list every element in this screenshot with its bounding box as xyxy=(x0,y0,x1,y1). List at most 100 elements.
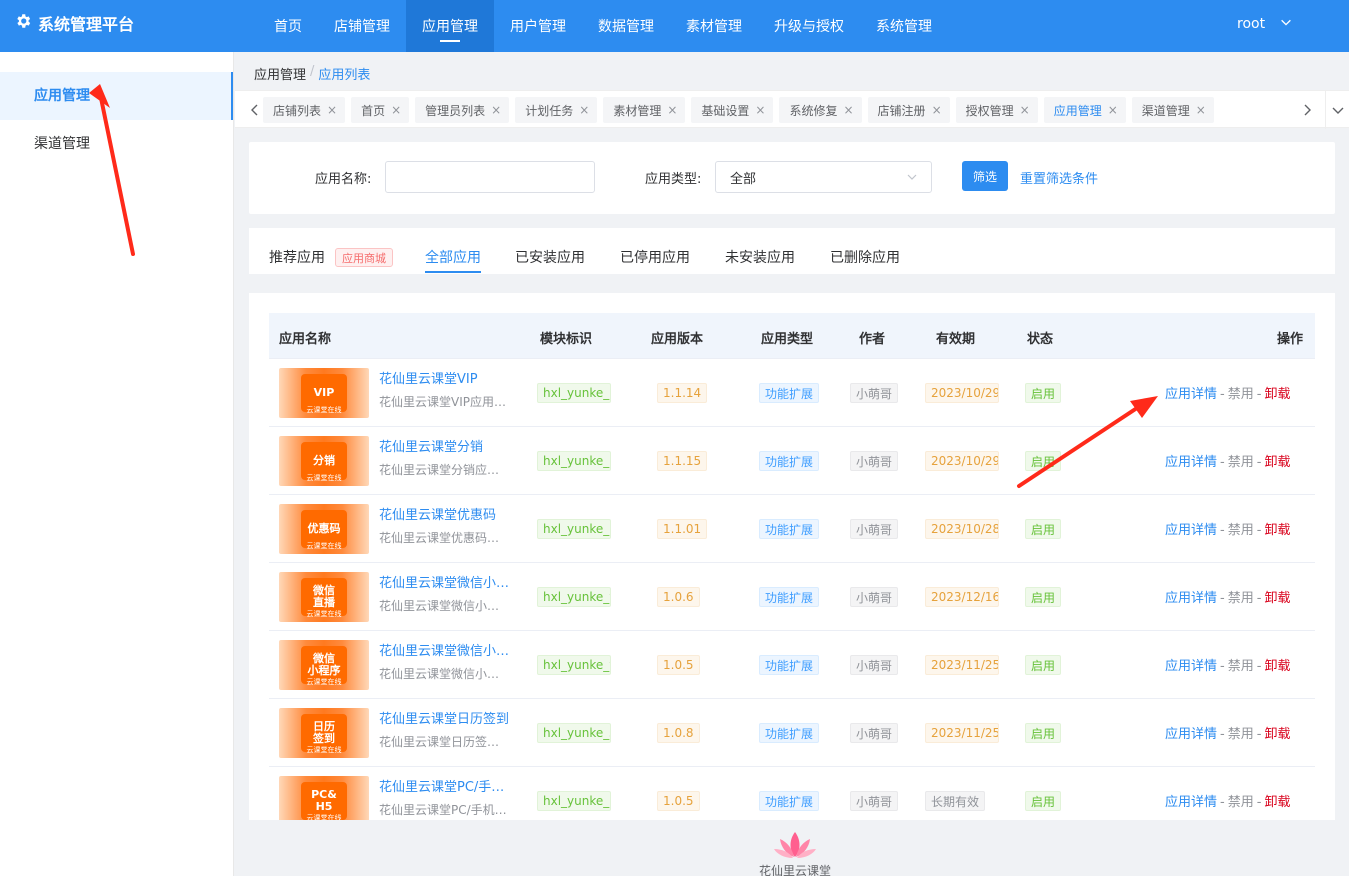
app-detail-link[interactable]: 应用详情 xyxy=(1165,591,1217,606)
tag-item[interactable]: 素材管理 × xyxy=(603,97,686,123)
breadcrumb: 应用管理 / 应用列表 xyxy=(254,64,370,83)
app-name-link[interactable]: 花仙里云课堂优惠码 xyxy=(379,504,514,523)
chevron-right-icon[interactable] xyxy=(1297,91,1317,129)
nav-item-1[interactable]: 店铺管理 xyxy=(318,0,406,52)
breadcrumb-parent[interactable]: 应用管理 xyxy=(254,64,306,83)
thumb-subtitle: 云课堂在线 xyxy=(306,542,342,550)
version-badge: 1.1.14 xyxy=(657,383,708,403)
thumb-label-line: 直播 xyxy=(313,596,335,609)
tab-3[interactable]: 未安装应用 xyxy=(725,247,795,273)
tag-label: 应用管理 xyxy=(1053,103,1102,118)
nav-item-2[interactable]: 应用管理 xyxy=(406,0,494,52)
disable-link[interactable]: 禁用 xyxy=(1228,591,1254,606)
disable-link[interactable]: 禁用 xyxy=(1228,727,1254,742)
app-name-link[interactable]: 花仙里云课堂分销 xyxy=(379,436,514,455)
nav-item-0[interactable]: 首页 xyxy=(258,0,318,52)
tag-label: 授权管理 xyxy=(965,103,1014,118)
sidebar-item-0[interactable]: 应用管理 xyxy=(0,72,233,120)
user-menu[interactable]: root xyxy=(1237,0,1293,48)
tag-item[interactable]: 基础设置 × xyxy=(691,97,774,123)
app-table: 应用名称 模块标识 应用版本 应用类型 作者 有效期 状态 操作 VIP 云课堂在… xyxy=(249,293,1335,820)
nav-item-4[interactable]: 数据管理 xyxy=(582,0,670,52)
app-detail-link[interactable]: 应用详情 xyxy=(1165,455,1217,470)
tab-2[interactable]: 已停用应用 xyxy=(620,247,690,273)
app-detail-link[interactable]: 应用详情 xyxy=(1165,387,1217,402)
close-icon[interactable]: × xyxy=(1196,103,1206,117)
disable-link[interactable]: 禁用 xyxy=(1228,523,1254,538)
disable-link[interactable]: 禁用 xyxy=(1228,795,1254,810)
tag-item[interactable]: 渠道管理 × xyxy=(1131,97,1214,123)
author-badge: 小萌哥 xyxy=(850,791,899,811)
app-name-link[interactable]: 花仙里云课堂PC/手机端 xyxy=(379,776,514,795)
tag-label: 店铺注册 xyxy=(877,103,926,118)
tag-item[interactable]: 首页 × xyxy=(351,97,410,123)
close-icon[interactable]: × xyxy=(579,103,589,117)
module-badge: hxl_yunke_s xyxy=(537,723,611,743)
sidebar-item-1[interactable]: 渠道管理 xyxy=(0,120,233,168)
tag-item[interactable]: 授权管理 × xyxy=(955,97,1038,123)
close-icon[interactable]: × xyxy=(667,103,677,117)
tag-item[interactable]: 店铺列表 × xyxy=(263,97,346,123)
uninstall-link[interactable]: 卸载 xyxy=(1264,659,1290,674)
app-detail-link[interactable]: 应用详情 xyxy=(1165,795,1217,810)
disable-link[interactable]: 禁用 xyxy=(1228,455,1254,470)
uninstall-link[interactable]: 卸载 xyxy=(1264,727,1290,742)
app-name-link[interactable]: 花仙里云课堂微信小程序直播 xyxy=(379,572,514,591)
disable-link[interactable]: 禁用 xyxy=(1228,387,1254,402)
tab-4[interactable]: 已删除应用 xyxy=(830,247,900,273)
tag-label: 基础设置 xyxy=(701,103,750,118)
app-name-link[interactable]: 花仙里云课堂VIP xyxy=(379,368,514,387)
nav-item-5[interactable]: 素材管理 xyxy=(670,0,758,52)
action-separator: - xyxy=(1220,659,1225,674)
close-icon[interactable]: × xyxy=(755,103,765,117)
app-detail-link[interactable]: 应用详情 xyxy=(1165,727,1217,742)
nav-item-label: 素材管理 xyxy=(686,19,742,35)
tag-item[interactable]: 店铺注册 × xyxy=(867,97,950,123)
app-name-link[interactable]: 花仙里云课堂日历签到 xyxy=(379,708,514,727)
app-thumbnail: 微信 直播 云课堂在线 xyxy=(279,572,369,622)
tag-item[interactable]: 应用管理 × xyxy=(1043,97,1126,123)
nav-item-6[interactable]: 升级与授权 xyxy=(758,0,860,52)
tab-recommended[interactable]: 推荐应用 xyxy=(269,247,325,273)
action-separator: - xyxy=(1256,659,1262,674)
tag-item[interactable]: 计划任务 × xyxy=(515,97,598,123)
chevron-down-icon[interactable] xyxy=(1325,91,1349,129)
app-mall-badge[interactable]: 应用商城 xyxy=(335,248,393,267)
uninstall-link[interactable]: 卸载 xyxy=(1264,387,1290,402)
app-name-link[interactable]: 花仙里云课堂微信小程序 xyxy=(379,640,514,659)
nav-item-label: 店铺管理 xyxy=(334,19,390,35)
uninstall-link[interactable]: 卸载 xyxy=(1264,591,1290,606)
disable-link[interactable]: 禁用 xyxy=(1228,659,1254,674)
close-icon[interactable]: × xyxy=(843,103,853,117)
chevron-left-icon[interactable] xyxy=(245,91,265,129)
tag-item[interactable]: 管理员列表 × xyxy=(415,97,510,123)
app-logo[interactable]: 系统管理平台 xyxy=(14,0,134,46)
close-icon[interactable]: × xyxy=(491,103,501,117)
tab-1[interactable]: 已安装应用 xyxy=(515,247,585,273)
close-icon[interactable]: × xyxy=(1020,103,1030,117)
app-description: 花仙里云课堂优惠码应用插件 xyxy=(379,531,511,545)
nav-item-label: 用户管理 xyxy=(510,19,566,35)
app-detail-link[interactable]: 应用详情 xyxy=(1165,659,1217,674)
tab-0[interactable]: 全部应用 xyxy=(425,247,481,273)
nav-item-7[interactable]: 系统管理 xyxy=(860,0,948,52)
close-icon[interactable]: × xyxy=(391,103,401,117)
app-type-select[interactable]: 全部 xyxy=(715,161,932,193)
close-icon[interactable]: × xyxy=(1108,103,1118,117)
uninstall-link[interactable]: 卸载 xyxy=(1264,795,1290,810)
th-status: 状态 xyxy=(1027,332,1054,347)
app-tabs: 推荐应用 应用商城 全部应用 已安装应用 已停用应用 未安装应用 已删除应用 xyxy=(249,228,1335,274)
close-icon[interactable]: × xyxy=(932,103,942,117)
app-detail-link[interactable]: 应用详情 xyxy=(1165,523,1217,538)
nav-item-3[interactable]: 用户管理 xyxy=(494,0,582,52)
reset-filter-link[interactable]: 重置筛选条件 xyxy=(1020,168,1098,187)
close-icon[interactable]: × xyxy=(327,103,337,117)
filter-button[interactable]: 筛选 xyxy=(962,161,1008,191)
app-name-input[interactable] xyxy=(385,161,595,193)
uninstall-link[interactable]: 卸载 xyxy=(1264,523,1290,538)
uninstall-link[interactable]: 卸载 xyxy=(1264,455,1290,470)
tag-item[interactable]: 系统修复 × xyxy=(779,97,862,123)
chevron-down-icon xyxy=(1279,15,1293,33)
gear-icon xyxy=(14,12,32,34)
action-separator: - xyxy=(1256,387,1262,402)
